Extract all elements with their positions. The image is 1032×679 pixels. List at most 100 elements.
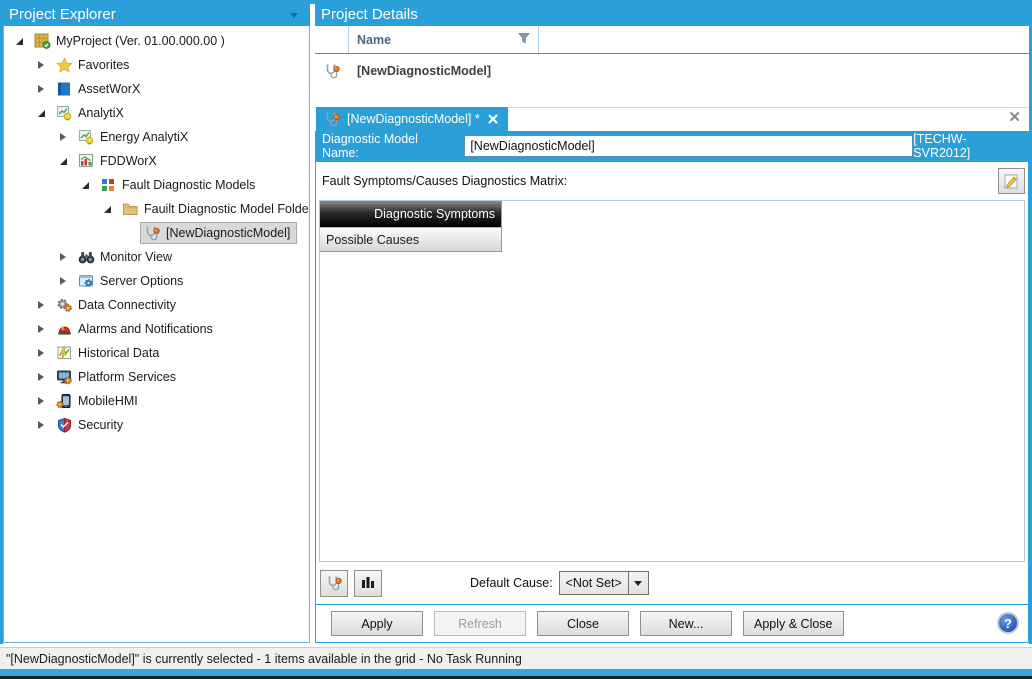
tree-item-security[interactable]: Security — [52, 414, 130, 436]
default-cause-combobox[interactable]: <Not Set> — [559, 571, 649, 595]
tree-item-label: AnalytiX — [78, 106, 124, 120]
default-cause-label: Default Cause: — [470, 576, 553, 590]
tree-item-label: Historical Data — [78, 346, 159, 360]
expand-arrow-icon[interactable] — [34, 298, 48, 312]
tree-item-historical-data[interactable]: Historical Data — [52, 342, 166, 364]
empty-column-header — [539, 26, 1029, 53]
expand-arrow-icon[interactable] — [100, 202, 114, 216]
tree-item-fddworx[interactable]: FDDWorX — [74, 150, 164, 172]
tree-row: Server Options — [4, 269, 309, 293]
tree-item-assetworx[interactable]: AssetWorX — [52, 78, 147, 100]
tree-item-server-options[interactable]: Server Options — [74, 270, 190, 292]
stethoscope-icon — [324, 111, 341, 127]
project-details-title: Project Details — [321, 4, 418, 26]
expand-arrow-icon[interactable] — [34, 346, 48, 360]
combo-dropdown-icon[interactable] — [629, 571, 649, 595]
tree-item-newdiagnosticmodel[interactable]: [NewDiagnosticModel] — [140, 222, 297, 244]
energy-analytix-icon — [78, 129, 95, 145]
tree-item-label: Alarms and Notifications — [78, 322, 213, 336]
stethoscope-icon — [144, 225, 161, 241]
matrix-label: Fault Symptoms/Causes Diagnostics Matrix… — [322, 174, 567, 188]
matrix-toolbar: Default Cause: <Not Set> — [316, 562, 1028, 604]
expand-arrow-icon[interactable] — [34, 82, 48, 96]
close-button[interactable]: Close — [537, 611, 629, 636]
status-bar: "[NewDiagnosticModel]" is currently sele… — [0, 647, 1032, 669]
expand-arrow-icon[interactable] — [12, 34, 26, 48]
default-cause-value[interactable]: <Not Set> — [559, 571, 629, 595]
add-symptom-button[interactable] — [354, 570, 382, 597]
tree-item-data-connectivity[interactable]: Data Connectivity — [52, 294, 183, 316]
tree-item-fauilt-diagnostic-model-folder[interactable]: Fauilt Diagnostic Model Folder — [118, 198, 310, 220]
tree-row: MyProject (Ver. 01.00.000.00 ) — [4, 29, 309, 53]
action-button-row: Apply Refresh Close New... Apply & Close? — [316, 605, 1028, 642]
expand-arrow-icon[interactable] — [56, 154, 70, 168]
analytix-icon — [56, 105, 73, 121]
tree-row: Favorites — [4, 53, 309, 77]
details-grid-rows: [NewDiagnosticModel] — [315, 54, 1029, 88]
expand-arrow-icon[interactable] — [56, 274, 70, 288]
stethoscope-icon — [324, 63, 341, 79]
possible-causes-header: Possible Causes — [320, 227, 501, 251]
document-close-icon[interactable]: ✕ — [1008, 109, 1021, 127]
tree-item-label: Data Connectivity — [78, 298, 176, 312]
expand-arrow-icon[interactable] — [34, 418, 48, 432]
diagnostic-model-name-input[interactable] — [464, 135, 913, 157]
tree-item-fault-diagnostic-models[interactable]: Fault Diagnostic Models — [96, 174, 262, 196]
help-icon[interactable]: ? — [997, 612, 1019, 634]
expand-arrow-icon[interactable] — [34, 106, 48, 120]
expand-arrow-icon[interactable] — [56, 250, 70, 264]
tree-row: [NewDiagnosticModel] — [4, 221, 309, 245]
expand-arrow-icon[interactable] — [34, 58, 48, 72]
server-options-icon — [78, 273, 95, 289]
star-icon — [56, 57, 73, 73]
tree-row: Monitor View — [4, 245, 309, 269]
tree-item-energy-analytix[interactable]: Energy AnalytiX — [74, 126, 195, 148]
expand-arrow-icon[interactable] — [56, 130, 70, 144]
expand-arrow-icon[interactable] — [34, 322, 48, 336]
chevron-down-icon[interactable] — [290, 13, 298, 18]
tab-close-icon[interactable] — [488, 114, 498, 124]
expand-arrow-icon[interactable] — [34, 394, 48, 408]
tree-item-favorites[interactable]: Favorites — [52, 54, 136, 76]
project-explorer-header: Project Explorer — [3, 4, 310, 26]
details-grid: Name [NewDiagnosticModel] — [315, 26, 1029, 108]
project-details-header: Project Details — [315, 4, 1029, 26]
edit-matrix-button[interactable] — [998, 168, 1025, 194]
details-grid-header: Name — [315, 26, 1029, 54]
no-expand-spacer — [122, 226, 136, 240]
apply-close-button[interactable]: Apply & Close — [743, 611, 844, 636]
refresh-button[interactable]: Refresh — [434, 611, 526, 636]
expand-arrow-icon[interactable] — [78, 178, 92, 192]
tree-item-label: Monitor View — [100, 250, 172, 264]
details-grid-row[interactable]: [NewDiagnosticModel] — [315, 54, 1029, 88]
tree-item-label: Energy AnalytiX — [100, 130, 188, 144]
tree-row: MobileHMI — [4, 389, 309, 413]
filter-funnel-icon[interactable] — [518, 32, 530, 47]
mobile-icon — [56, 393, 73, 409]
name-column-header[interactable]: Name — [349, 26, 539, 53]
diagnostics-matrix[interactable]: Diagnostic Symptoms Possible Causes — [319, 200, 1025, 562]
tree-item-platform-services[interactable]: Platform Services — [52, 366, 183, 388]
tab-newdiagnosticmodel[interactable]: [NewDiagnosticModel] * — [316, 107, 508, 131]
tab-label: [NewDiagnosticModel] * — [347, 112, 480, 126]
document-tab-bar: [NewDiagnosticModel] * ✕ — [315, 107, 1029, 131]
tree-row: FDDWorX — [4, 149, 309, 173]
tree-item-alarms-and-notifications[interactable]: Alarms and Notifications — [52, 318, 220, 340]
historical-icon — [56, 345, 73, 361]
expand-arrow-icon[interactable] — [34, 370, 48, 384]
tree-row: AnalytiX — [4, 101, 309, 125]
new-button[interactable]: New... — [640, 611, 732, 636]
add-cause-button[interactable] — [320, 570, 348, 597]
tree-item-monitor-view[interactable]: Monitor View — [74, 246, 179, 268]
tree-item-analytix[interactable]: AnalytiX — [52, 102, 131, 124]
tree-item-myproject-ver-01-00-000-00[interactable]: MyProject (Ver. 01.00.000.00 ) — [30, 30, 232, 52]
tree-item-mobilehmi[interactable]: MobileHMI — [52, 390, 145, 412]
apply-button[interactable]: Apply — [331, 611, 423, 636]
diagnostic-name-bar: Diagnostic Model Name: [TECHW-SVR2012] — [315, 131, 1029, 161]
tree-row: Security — [4, 413, 309, 437]
matrix-corner-header: Diagnostic Symptoms Possible Causes — [320, 201, 502, 252]
tree-item-label: Fault Diagnostic Models — [122, 178, 255, 192]
tree-row: Platform Services — [4, 365, 309, 389]
server-name: [TECHW-SVR2012] — [913, 132, 1022, 160]
tree-item-label: [NewDiagnosticModel] — [166, 226, 290, 240]
